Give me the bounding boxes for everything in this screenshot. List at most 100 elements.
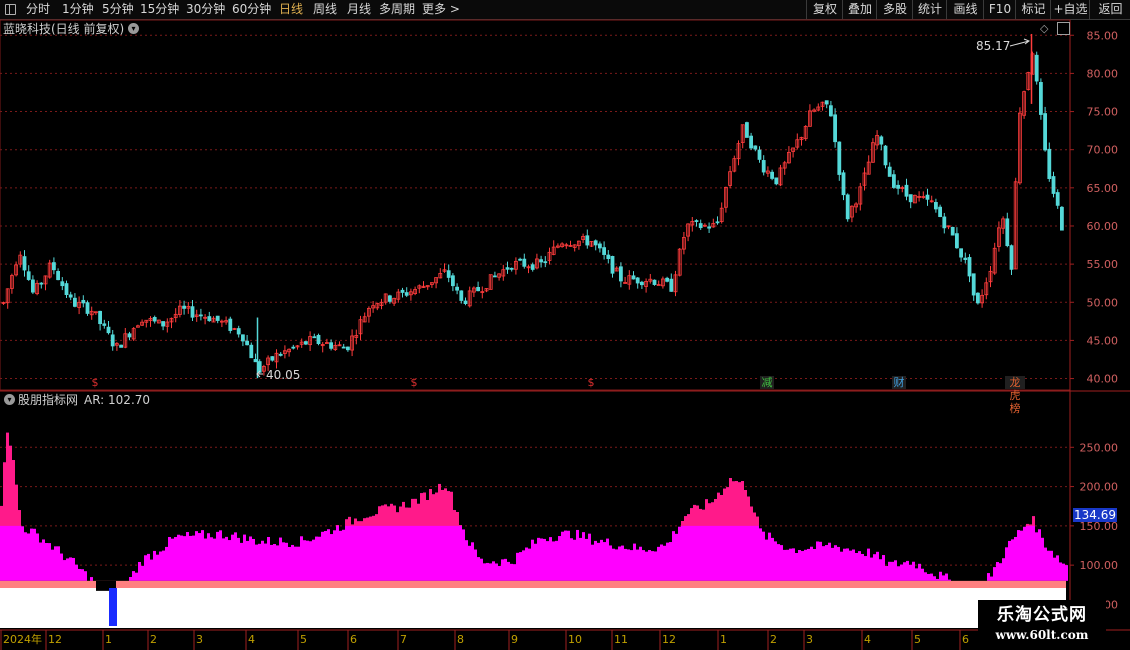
ar-bar	[861, 553, 864, 581]
ar-bar	[231, 534, 234, 581]
ar-bar	[471, 542, 474, 581]
ar-bar	[882, 555, 885, 581]
candle-body	[291, 346, 296, 349]
ar-bar	[513, 564, 516, 581]
ar-bar-highlight	[681, 521, 684, 526]
ar-bar	[318, 536, 321, 581]
candle-body	[942, 216, 947, 229]
event-marker[interactable]: 龙虎榜	[1005, 376, 1025, 415]
candle-body	[30, 279, 35, 293]
ar-bar	[561, 531, 564, 581]
candle-body	[845, 194, 850, 220]
ar-bar	[360, 521, 363, 581]
ar-bar	[618, 546, 621, 581]
event-marker[interactable]: $	[409, 376, 419, 389]
watermark-url: www.60lt.com	[995, 628, 1089, 642]
candle-body	[774, 177, 779, 185]
ar-bar	[666, 542, 669, 581]
panel-toggle-icon[interactable]	[1057, 22, 1070, 35]
ar-bar	[306, 540, 309, 581]
ar-bar	[54, 546, 57, 581]
ar-bar	[285, 542, 288, 581]
ar-bar	[288, 546, 291, 581]
main-panel-frame	[0, 19, 1071, 391]
ar-bar-highlight	[366, 517, 369, 526]
ar-bar	[474, 549, 477, 581]
ar-bar	[216, 531, 219, 581]
ar-bar	[1002, 558, 1005, 581]
candle-body	[976, 292, 980, 304]
ar-bar	[141, 565, 144, 581]
chevron-down-icon[interactable]: ▾	[128, 23, 139, 34]
candle-body	[757, 149, 762, 160]
ar-bar	[594, 540, 597, 581]
ar-bar	[486, 562, 489, 581]
ar-bar	[864, 556, 867, 581]
ar-bar-highlight	[690, 508, 693, 526]
x-tick-label: 6	[350, 633, 357, 646]
x-tick-label: 7	[400, 633, 407, 646]
ar-bar	[309, 541, 312, 581]
ar-bar	[651, 551, 654, 581]
ar-bar-highlight	[372, 515, 375, 526]
ar-bar	[948, 579, 951, 581]
candle-body	[593, 240, 598, 246]
ar-bar	[1047, 550, 1050, 581]
chevron-down-icon[interactable]: ▾	[4, 394, 15, 405]
ar-bar	[261, 540, 264, 581]
ar-bar	[210, 537, 213, 581]
ar-bar	[492, 561, 495, 581]
ar-bar	[162, 550, 165, 581]
event-marker[interactable]: 减	[760, 376, 774, 389]
ar-bar	[903, 562, 906, 581]
candle-body	[770, 171, 774, 179]
candle-body	[278, 353, 283, 356]
ar-bar	[228, 540, 231, 581]
ar-bar	[483, 563, 486, 581]
candle-body	[522, 258, 527, 267]
ar-bar	[1008, 540, 1011, 581]
ar-bar	[234, 532, 237, 581]
event-marker[interactable]: $	[586, 376, 596, 389]
candle-body	[127, 333, 132, 338]
ar-bar	[645, 551, 648, 581]
ar-bar-highlight	[396, 512, 399, 526]
ar-bar	[759, 528, 762, 581]
ar-bar	[342, 529, 345, 581]
event-marker[interactable]: $	[90, 376, 100, 389]
ar-bar	[1005, 547, 1008, 581]
ar-bar	[135, 572, 138, 581]
ar-bar	[762, 531, 765, 581]
candle-body	[182, 305, 187, 309]
ar-bar	[684, 516, 687, 581]
ar-bar	[630, 550, 633, 581]
candle-body	[228, 318, 233, 331]
ar-bar-highlight	[375, 514, 378, 526]
ar-bar	[819, 541, 822, 581]
candle-body	[509, 267, 514, 270]
ar-bar	[1053, 557, 1056, 581]
candle-body	[707, 226, 711, 229]
ar-bar	[327, 529, 330, 581]
x-tick-label: 8	[457, 633, 464, 646]
diamond-icon[interactable]: ◇	[1040, 22, 1048, 36]
ar-bar	[132, 571, 135, 581]
candle-body	[631, 275, 636, 280]
ar-bar-highlight	[417, 503, 420, 526]
ar-bar	[75, 564, 78, 581]
high-price-label: 85.17	[976, 39, 1011, 53]
ar-bar-highlight	[402, 501, 405, 526]
ar-bar	[267, 536, 270, 581]
y-tick-label: 40.00	[1087, 373, 1119, 386]
candle-body	[925, 194, 930, 200]
candle-body	[207, 316, 212, 322]
candle-body	[85, 302, 90, 314]
ar-bar	[606, 538, 609, 581]
candle-body	[161, 321, 166, 327]
ar-bar	[279, 537, 282, 581]
event-marker[interactable]: 财	[892, 376, 906, 389]
candle-body	[934, 202, 938, 210]
ar-bar	[1059, 562, 1062, 581]
ar-bar-highlight	[369, 516, 372, 526]
candles	[1, 51, 1064, 376]
